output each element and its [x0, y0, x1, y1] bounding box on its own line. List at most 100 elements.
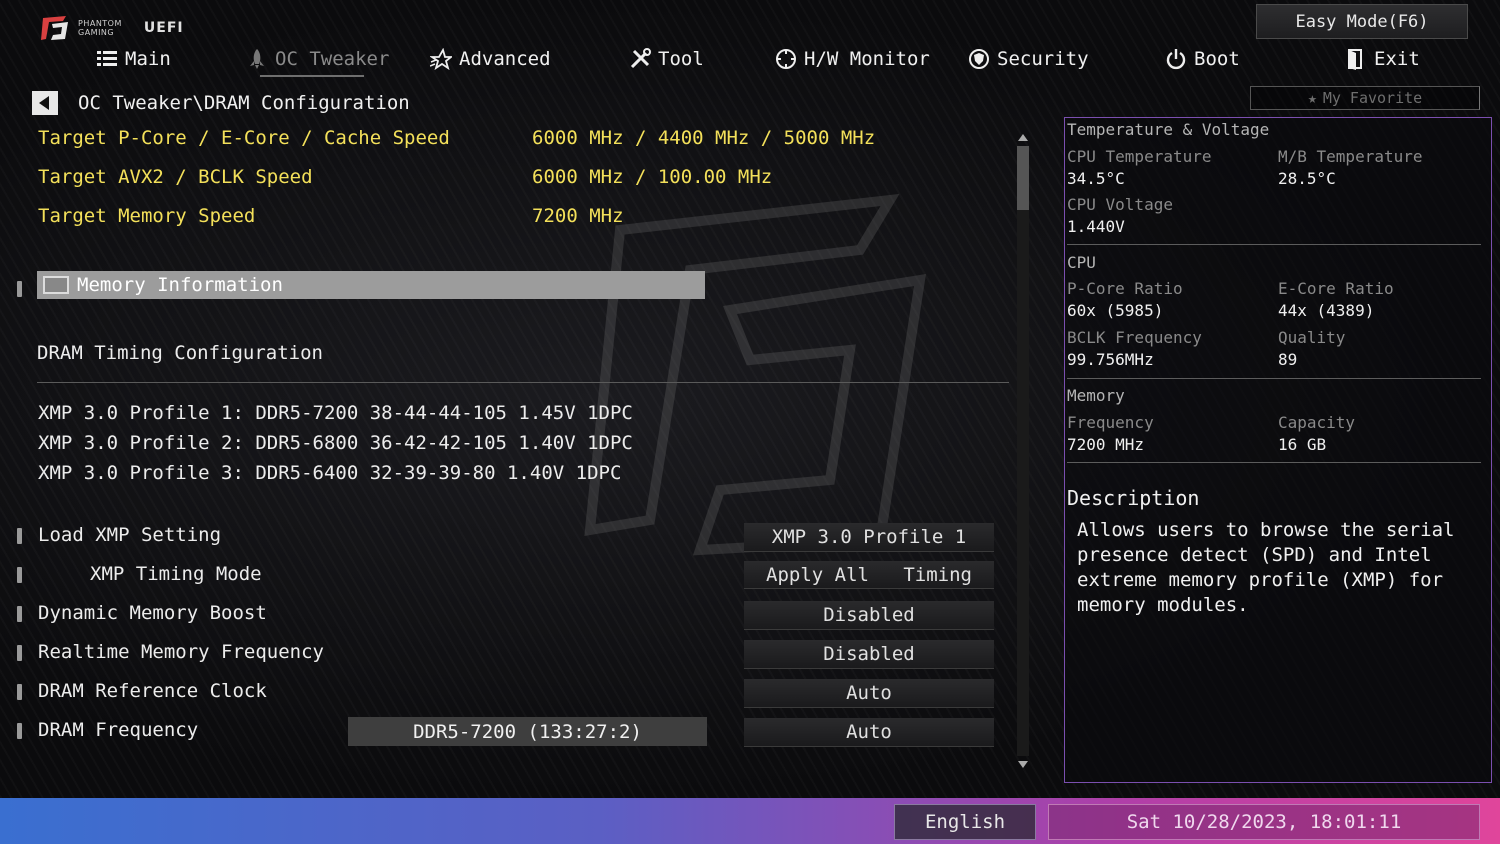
divider — [37, 382, 1009, 383]
language-button[interactable]: English — [894, 804, 1036, 840]
brand-line-1: PHANTOM — [78, 19, 122, 28]
xmp-timing-mode-dropdown[interactable]: Apply All Timing — [744, 561, 994, 589]
cpu-voltage-label: CPU Voltage — [1067, 195, 1173, 214]
exit-icon — [1348, 49, 1362, 70]
brand-logo: PHANTOM GAMING UEFI — [40, 14, 184, 42]
bclk-frequency-value: 99.756MHz — [1067, 350, 1154, 369]
dram-frequency-label: DRAM Frequency — [38, 719, 199, 741]
tab-boot-label: Boot — [1194, 48, 1240, 70]
scroll-track[interactable] — [1017, 146, 1029, 756]
tab-exit-label: Exit — [1374, 48, 1420, 70]
item-marker — [17, 567, 22, 583]
item-marker — [17, 606, 22, 622]
tab-oc-tweaker-label: OC Tweaker — [275, 48, 390, 70]
tab-security[interactable]: Security — [968, 44, 1089, 74]
pcore-ratio-value: 60x (5985) — [1067, 301, 1164, 320]
dynamic-memory-boost-dropdown[interactable]: Disabled — [744, 601, 994, 630]
temp-voltage-title: Temperature & Voltage — [1067, 120, 1270, 139]
realtime-memory-frequency-dropdown[interactable]: Disabled — [744, 640, 994, 669]
item-marker — [17, 281, 22, 297]
description-text: Allows users to browse the serial presen… — [1077, 519, 1455, 616]
target-memory-speed-value: 7200 MHz — [532, 205, 624, 227]
tab-exit[interactable]: Exit — [1345, 44, 1420, 74]
brand-watermark — [584, 193, 926, 556]
cpu-voltage-value: 1.440V — [1067, 217, 1125, 236]
target-core-speed-value: 6000 MHz / 4400 MHz / 5000 MHz — [532, 127, 876, 149]
panel-divider — [1067, 378, 1481, 379]
load-xmp-setting-label: Load XMP Setting — [38, 524, 222, 546]
xmp-timing-mode-label: XMP Timing Mode — [90, 563, 262, 585]
description-title: Description — [1067, 486, 1200, 510]
tab-hw-monitor[interactable]: H/W Monitor — [775, 44, 930, 74]
mb-temp-value: 28.5°C — [1278, 169, 1336, 188]
tab-security-label: Security — [997, 48, 1089, 70]
item-marker — [17, 723, 22, 739]
pcore-ratio-label: P-Core Ratio — [1067, 279, 1183, 298]
memory-information-item[interactable]: Memory Information — [37, 271, 705, 299]
scroll-thumb[interactable] — [1017, 146, 1029, 210]
memory-information-label: Memory Information — [77, 274, 283, 296]
ecore-ratio-label: E-Core Ratio — [1278, 279, 1394, 298]
cpu-temp-value: 34.5°C — [1067, 169, 1125, 188]
scrollbar[interactable] — [1015, 134, 1031, 768]
memory-frequency-label: Frequency — [1067, 413, 1154, 432]
quality-value: 89 — [1278, 350, 1298, 369]
memory-capacity-value: 16 GB — [1278, 435, 1327, 454]
star-icon: ★ — [1307, 89, 1317, 107]
memory-capacity-label: Capacity — [1278, 413, 1356, 432]
target-memory-speed-label: Target Memory Speed — [38, 205, 256, 227]
back-button[interactable] — [32, 91, 58, 115]
tab-advanced-label: Advanced — [459, 48, 551, 70]
panel-divider — [1067, 244, 1481, 245]
shield-icon — [969, 49, 989, 69]
dram-frequency-display: DDR5-7200 (133:27:2) — [348, 717, 707, 746]
brand-line-2: GAMING — [78, 28, 115, 37]
monitor-icon — [776, 49, 796, 69]
xmp-timing-mode-value-b: Timing — [903, 563, 972, 586]
item-marker — [17, 645, 22, 661]
target-avx2-bclk-label: Target AVX2 / BCLK Speed — [38, 166, 313, 188]
folder-icon — [43, 276, 69, 294]
dram-frequency-dropdown[interactable]: Auto — [744, 718, 994, 747]
scroll-down-arrow[interactable] — [1018, 761, 1028, 768]
target-core-speed-label: Target P-Core / E-Core / Cache Speed — [38, 127, 450, 149]
rocket-icon — [250, 49, 264, 69]
dram-timing-heading: DRAM Timing Configuration — [37, 342, 323, 364]
scroll-up-arrow[interactable] — [1018, 134, 1028, 141]
load-xmp-setting-dropdown[interactable]: XMP 3.0 Profile 1 — [744, 523, 994, 552]
panel-divider — [1067, 462, 1481, 463]
tab-hw-monitor-label: H/W Monitor — [804, 48, 930, 70]
tab-advanced[interactable]: Advanced — [430, 44, 551, 74]
xmp-profile-2: XMP 3.0 Profile 2: DDR5-6800 36-42-42-10… — [38, 432, 633, 454]
my-favorite-button[interactable]: ★ My Favorite — [1250, 86, 1480, 110]
datetime-display[interactable]: Sat 10/28/2023, 18:01:11 — [1048, 804, 1480, 840]
ecore-ratio-value: 44x (4389) — [1278, 301, 1375, 320]
xmp-profile-3: XMP 3.0 Profile 3: DDR5-6400 32-39-39-80… — [38, 462, 622, 484]
cpu-title: CPU — [1067, 253, 1096, 272]
breadcrumb: OC Tweaker\DRAM Configuration — [78, 92, 410, 114]
tab-tool[interactable]: Tool — [629, 44, 704, 74]
active-tab-underline — [260, 75, 364, 77]
mb-temp-label: M/B Temperature — [1278, 147, 1423, 166]
tab-main[interactable]: Main — [96, 44, 171, 74]
memory-title: Memory — [1067, 386, 1125, 405]
tab-main-label: Main — [125, 48, 171, 70]
tools-icon — [630, 48, 651, 69]
item-marker — [17, 684, 22, 700]
target-avx2-bclk-value: 6000 MHz / 100.00 MHz — [532, 166, 773, 188]
cpu-temp-label: CPU Temperature — [1067, 147, 1212, 166]
memory-frequency-value: 7200 MHz — [1067, 435, 1145, 454]
tab-boot[interactable]: Boot — [1165, 44, 1240, 74]
dynamic-memory-boost-label: Dynamic Memory Boost — [38, 602, 267, 624]
power-icon — [1166, 49, 1186, 70]
tab-oc-tweaker[interactable]: OC Tweaker — [246, 44, 389, 74]
tab-tool-label: Tool — [658, 48, 704, 70]
easy-mode-button[interactable]: Easy Mode(F6) — [1256, 4, 1468, 39]
brand-uefi: UEFI — [143, 20, 184, 36]
quality-label: Quality — [1278, 328, 1346, 347]
xmp-profile-1: XMP 3.0 Profile 1: DDR5-7200 38-44-44-10… — [38, 402, 633, 424]
dram-reference-clock-dropdown[interactable]: Auto — [744, 679, 994, 708]
bclk-frequency-label: BCLK Frequency — [1067, 328, 1202, 347]
main-nav: Main OC Tweaker Advanced Tool H/W Monito… — [0, 44, 1500, 76]
dram-reference-clock-label: DRAM Reference Clock — [38, 680, 267, 702]
